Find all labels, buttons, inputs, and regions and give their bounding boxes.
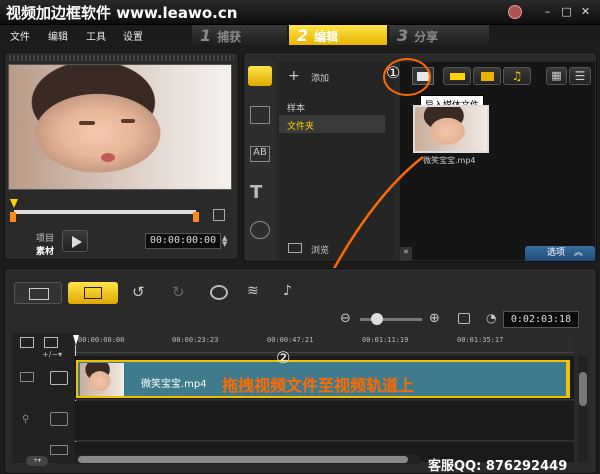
filmstrip-icon — [29, 288, 49, 300]
step-number: 1 — [200, 26, 212, 45]
ruler-tick-label: 00:01:35:17 — [457, 336, 504, 344]
clip-name: 微笑宝宝.mp4 — [141, 379, 207, 390]
title-filter-category-icon[interactable]: AB — [250, 146, 270, 162]
ruler-tick-label: 00:01:11:19 — [362, 336, 409, 344]
trim-track[interactable] — [14, 210, 196, 214]
step-label: 分享 — [414, 30, 439, 44]
add-icon[interactable]: + — [288, 68, 300, 84]
baby-eye — [121, 119, 135, 123]
baby-mouth — [101, 153, 115, 162]
thumbnail-view-button[interactable]: ▦ — [546, 67, 567, 85]
project-duration: 0:02:03:18 — [503, 311, 579, 328]
trim-out-handle[interactable] — [193, 212, 199, 222]
browse-icon[interactable] — [288, 243, 302, 253]
maximize-icon[interactable]: □ — [559, 5, 574, 19]
chapter-marker-icon[interactable] — [44, 337, 58, 348]
step-label: 捕获 — [217, 30, 242, 44]
transition-category-icon[interactable] — [250, 106, 270, 124]
step-label: 编辑 — [314, 30, 339, 44]
collapse-library-button[interactable]: « — [400, 247, 412, 261]
project-label[interactable]: 项目 — [36, 231, 54, 244]
ruler-tick-label: 00:00:00:00 — [78, 336, 125, 344]
timecode-stepper-icon[interactable]: ▲ ▼ — [222, 235, 227, 248]
video-preview — [8, 64, 232, 190]
timeline-icon — [84, 287, 102, 299]
video-track-icon[interactable] — [50, 371, 68, 385]
service-contact: 客服QQ: 876292449 — [428, 459, 568, 474]
overlay-track[interactable] — [74, 401, 574, 441]
zoom-slider-thumb[interactable] — [371, 313, 383, 325]
clip-mode-icon[interactable] — [213, 209, 225, 221]
title-track-icon[interactable] — [50, 445, 68, 455]
photo-icon — [481, 72, 494, 81]
clip-thumbnail — [80, 363, 124, 396]
options-expand-icon: ︽ — [573, 248, 583, 258]
folder-custom[interactable]: 文件夹 — [287, 119, 314, 132]
show-photo-button[interactable] — [473, 67, 501, 85]
step-number: 3 — [397, 26, 409, 45]
zoom-out-icon[interactable]: ⊖ — [340, 311, 351, 326]
list-view-button[interactable]: ☰ — [569, 67, 591, 85]
video-icon — [450, 73, 465, 80]
tab-edit[interactable]: 2 编辑 — [289, 25, 387, 45]
trim-in-handle[interactable] — [10, 212, 16, 222]
undo-icon[interactable]: ↺ — [132, 283, 145, 301]
zoom-fit-button[interactable]: +▾ — [26, 456, 48, 466]
add-folder-button[interactable]: 添加 — [311, 71, 329, 84]
auto-music-icon[interactable]: ♪ — [283, 283, 292, 299]
tab-share[interactable]: 3 分享 — [389, 25, 489, 45]
timeline-view-button[interactable] — [68, 282, 118, 304]
record-capture-icon[interactable] — [210, 285, 228, 300]
thumb-filename: 微笑宝宝.mp4 — [423, 156, 476, 165]
callout-2: ② — [276, 348, 291, 367]
minimize-icon[interactable]: – — [540, 5, 555, 19]
window-title: 视频加边框软件 www.leawo.cn — [6, 4, 238, 22]
clip-trim-handle[interactable] — [566, 360, 570, 398]
text-category-icon[interactable]: T — [250, 182, 262, 203]
duration-clock-icon: ◔ — [486, 311, 497, 325]
menu-tools[interactable]: 工具 — [86, 28, 106, 43]
graphics-category-icon[interactable] — [250, 221, 270, 239]
project-duration-value: 0:02:03:18 — [510, 314, 572, 325]
drag-instruction: 拖拽视频文件至视频轨道上 — [222, 376, 415, 395]
zoom-in-icon[interactable]: ⊕ — [429, 311, 440, 326]
ruler-tick-label: 00:00:23:23 — [172, 336, 219, 344]
timecode-display[interactable]: 00:00:00:00 — [145, 233, 221, 249]
link-icon[interactable] — [20, 372, 34, 382]
menu-file[interactable]: 文件 — [10, 28, 30, 43]
options-button[interactable]: 选项 ︽ — [525, 246, 595, 261]
play-button[interactable] — [62, 230, 88, 252]
folder-pane — [277, 62, 394, 260]
media-thumbnail[interactable] — [413, 105, 489, 153]
show-video-button[interactable] — [443, 67, 471, 85]
track-manager-icon[interactable] — [20, 337, 34, 348]
lock-icon[interactable]: ⚲ — [22, 414, 29, 425]
callout-1: ① — [386, 63, 401, 82]
ruler-tick-label: 00:00:47:21 — [267, 336, 314, 344]
play-icon — [72, 236, 82, 248]
clip-label[interactable]: 素材 — [36, 244, 54, 257]
horizontal-scroll-thumb[interactable] — [78, 456, 408, 463]
fit-project-icon[interactable] — [458, 313, 470, 324]
menu-settings[interactable]: 设置 — [123, 28, 143, 43]
options-label: 选项 — [547, 248, 566, 258]
baby-eye — [79, 121, 95, 125]
media-category-icon[interactable] — [248, 66, 272, 86]
folder-sample[interactable]: 样本 — [287, 101, 305, 114]
timecode-value: 00:00:00:00 — [149, 235, 217, 246]
tab-capture[interactable]: 1 捕获 — [192, 25, 287, 45]
vertical-scroll-thumb[interactable] — [579, 372, 587, 406]
zoom-slider[interactable] — [360, 318, 422, 321]
app-logo-icon — [508, 5, 522, 19]
audio-mixer-icon[interactable]: ≋ — [247, 283, 259, 299]
overlay-track-icon[interactable] — [50, 412, 68, 426]
storyboard-view-button[interactable] — [14, 282, 62, 304]
close-icon[interactable]: ✕ — [578, 5, 593, 19]
redo-icon[interactable]: ↻ — [172, 283, 185, 301]
browse-button[interactable]: 浏览 — [311, 243, 329, 256]
step-number: 2 — [297, 26, 309, 45]
add-remove-track-icon[interactable]: +/−▾ — [42, 350, 62, 359]
menu-edit[interactable]: 编辑 — [48, 28, 68, 43]
show-audio-button[interactable]: ♫ — [503, 67, 531, 85]
